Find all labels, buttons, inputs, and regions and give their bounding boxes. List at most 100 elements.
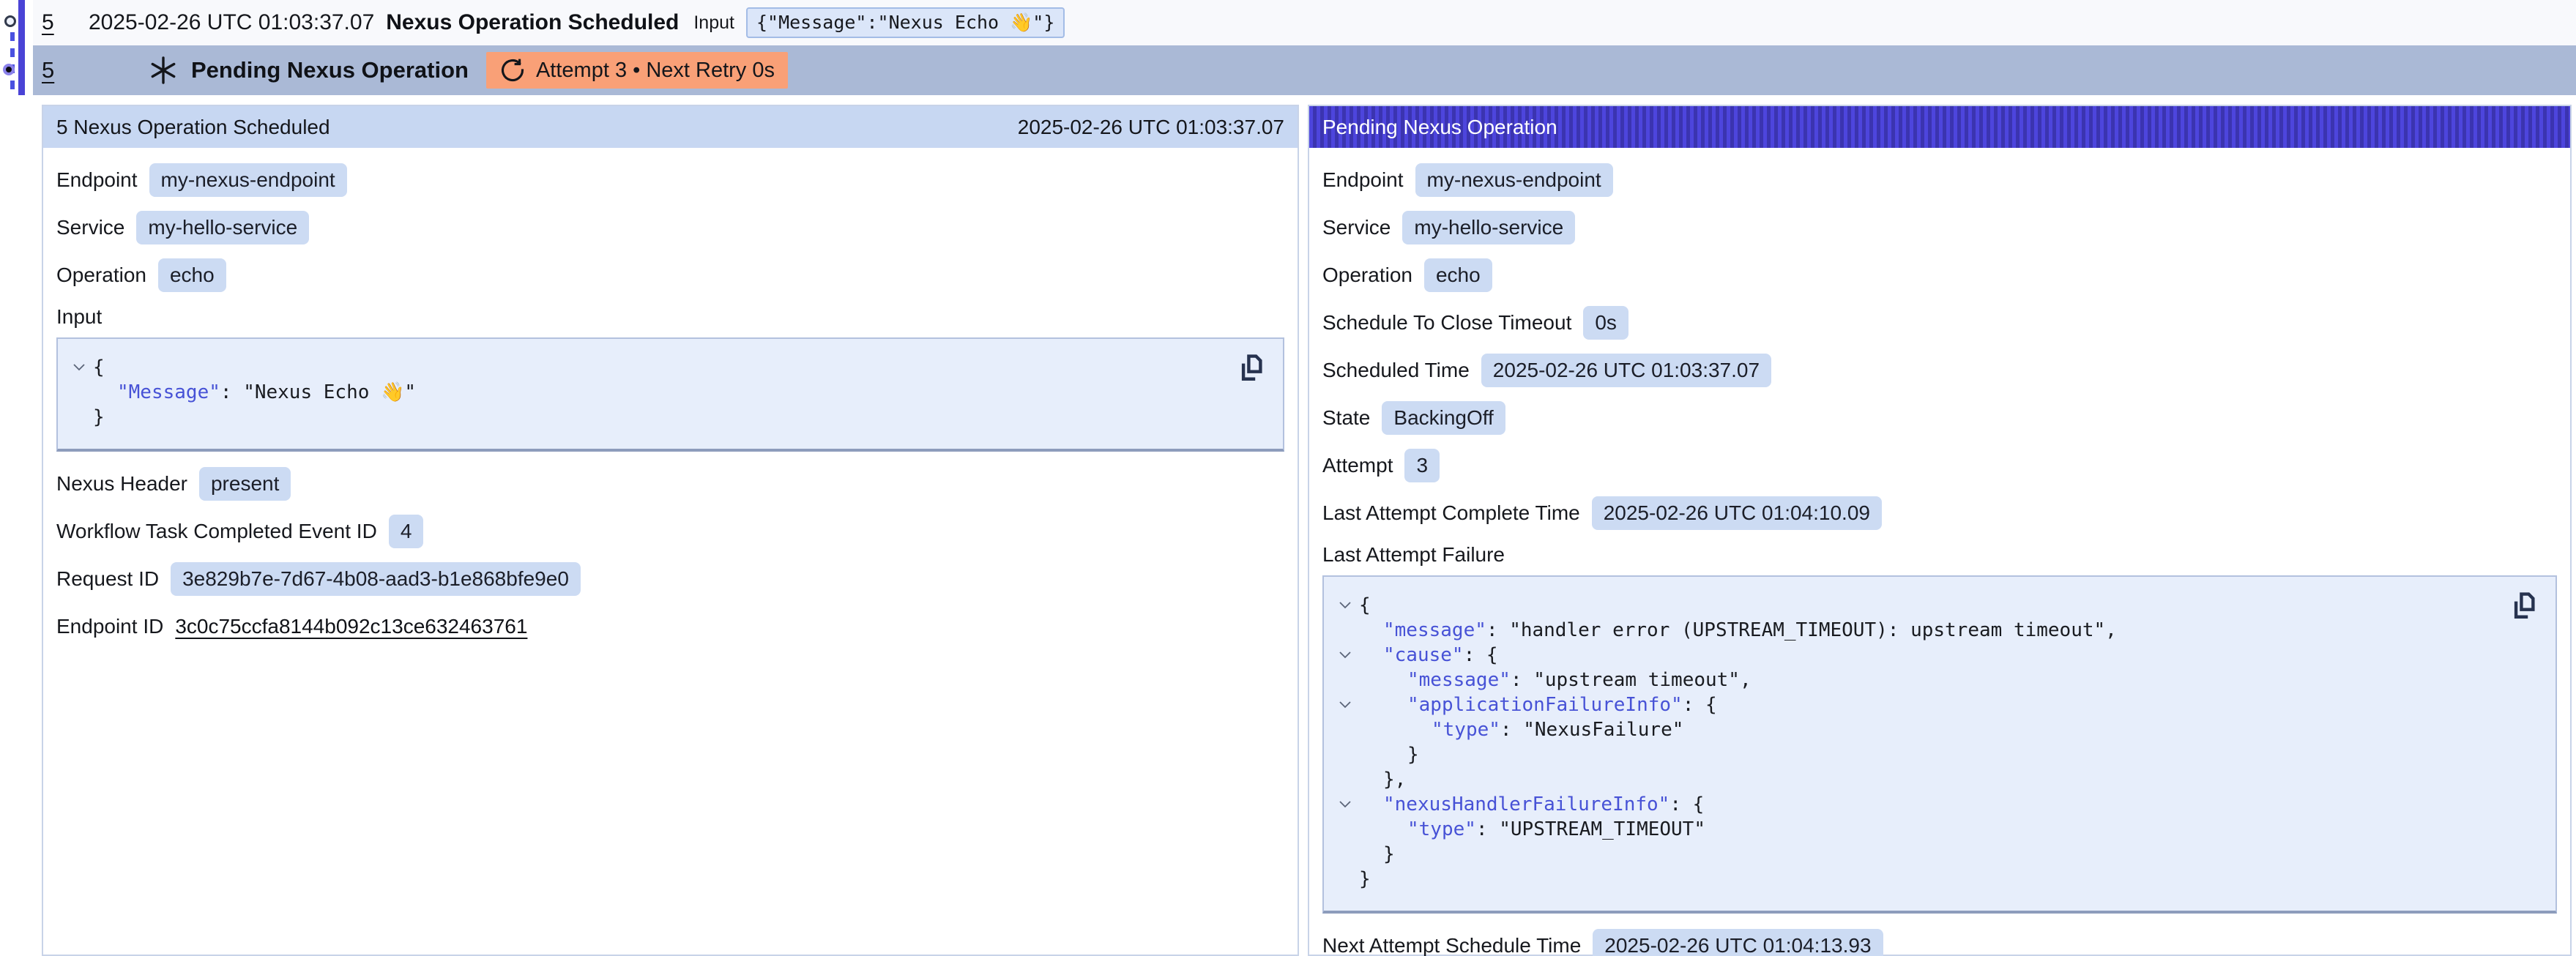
field-value-badge: 2025-02-26 UTC 01:04:13.93 — [1593, 929, 1883, 956]
field-row: Scheduled Time 2025-02-26 UTC 01:03:37.0… — [1322, 353, 2557, 388]
field-row: Endpoint ID 3c0c75ccfa8144b092c13ce63246… — [56, 609, 1284, 644]
json-line: "type": "UPSTREAM_TIMEOUT" — [1331, 817, 2504, 842]
copy-icon — [2509, 589, 2541, 625]
retry-status-badge: Attempt 3 • Next Retry 0s — [486, 52, 788, 89]
retry-badge-label: Attempt 3 • Next Retry 0s — [536, 59, 775, 83]
field-label: Next Attempt Schedule Time — [1322, 934, 1581, 956]
field-value-badge: 2025-02-26 UTC 01:03:37.07 — [1481, 354, 1771, 387]
copy-button[interactable] — [1236, 351, 1268, 387]
json-line: } — [1331, 867, 2504, 892]
json-line: "Message": "Nexus Echo 👋" — [65, 380, 1232, 405]
json-line: } — [1331, 742, 2504, 767]
collapse-chevron-icon[interactable] — [1339, 801, 1351, 808]
json-line: { — [65, 355, 1232, 380]
field-value-badge: echo — [158, 258, 226, 292]
field-value-badge: my-nexus-endpoint — [1415, 163, 1613, 197]
scheduled-panel-body: Endpoint my-nexus-endpoint Service my-he… — [43, 148, 1298, 671]
field-value-badge: present — [199, 467, 291, 501]
field-row: Schedule To Close Timeout 0s — [1322, 305, 2557, 340]
field-label: Attempt — [1322, 454, 1393, 477]
field-label: Service — [56, 216, 124, 239]
field-row: Operation echo — [56, 258, 1284, 293]
field-value-badge: my-hello-service — [1402, 211, 1575, 244]
event-id-link[interactable]: 5 — [42, 10, 54, 34]
field-label: Endpoint — [1322, 168, 1404, 192]
event-history-view: 5 2025-02-26 UTC 01:03:37.07 Nexus Opera… — [0, 0, 2576, 956]
json-line: "message": "handler error (UPSTREAM_TIME… — [1331, 618, 2504, 643]
panel-timestamp: 2025-02-26 UTC 01:03:37.07 — [1018, 116, 1284, 139]
json-line: "applicationFailureInfo": { — [1331, 692, 2504, 717]
field-value-badge: echo — [1424, 258, 1492, 292]
field-label: Workflow Task Completed Event ID — [56, 520, 377, 543]
field-row: Workflow Task Completed Event ID 4 — [56, 514, 1284, 549]
collapse-chevron-icon[interactable] — [1339, 602, 1351, 609]
field-row: Next Attempt Schedule Time 2025-02-26 UT… — [1322, 928, 2557, 956]
json-line: { — [1331, 593, 2504, 618]
event-title: Nexus Operation Scheduled — [386, 10, 679, 35]
input-block-label: Input — [56, 305, 1284, 329]
field-row: Attempt 3 — [1322, 448, 2557, 483]
field-label: Operation — [56, 264, 146, 287]
field-label: Service — [1322, 216, 1391, 239]
input-label: Input — [693, 12, 734, 34]
retry-icon — [499, 57, 526, 83]
scheduled-panel-header: 5 Nexus Operation Scheduled 2025-02-26 U… — [43, 106, 1298, 148]
field-value-badge: my-hello-service — [136, 211, 309, 244]
json-line: }, — [1331, 767, 2504, 792]
json-line: "message": "upstream timeout", — [1331, 668, 2504, 692]
scheduled-event-panel: 5 Nexus Operation Scheduled 2025-02-26 U… — [42, 105, 1299, 956]
input-preview-chip[interactable]: {"Message":"Nexus Echo 👋"} — [746, 7, 1065, 38]
pending-panel-header: Pending Nexus Operation — [1309, 106, 2570, 148]
collapse-chevron-icon[interactable] — [1339, 651, 1351, 659]
field-label: Operation — [1322, 264, 1412, 287]
field-value-badge: 2025-02-26 UTC 01:04:10.09 — [1592, 496, 1882, 530]
json-line: "type": "NexusFailure" — [1331, 717, 2504, 742]
field-value-badge: my-nexus-endpoint — [149, 163, 347, 197]
field-row: Endpoint my-nexus-endpoint — [1322, 163, 2557, 198]
failure-json-viewer: { "message": "handler error (UPSTREAM_TI… — [1322, 575, 2557, 914]
field-label: Last Attempt Complete Time — [1322, 501, 1580, 525]
collapse-chevron-icon[interactable] — [73, 364, 85, 371]
field-row: Last Attempt Complete Time 2025-02-26 UT… — [1322, 496, 2557, 531]
panel-title: 5 Nexus Operation Scheduled — [56, 116, 330, 139]
field-label: State — [1322, 406, 1370, 430]
panel-title: Pending Nexus Operation — [1322, 116, 1557, 139]
event-timestamp: 2025-02-26 UTC 01:03:37.07 — [89, 10, 374, 35]
field-row: Endpoint my-nexus-endpoint — [56, 163, 1284, 198]
field-row: Operation echo — [1322, 258, 2557, 293]
field-value-badge: 4 — [389, 515, 424, 548]
event-detail-panels: 5 Nexus Operation Scheduled 2025-02-26 U… — [42, 105, 2572, 956]
pending-operation-panel: Pending Nexus Operation Endpoint my-nexu… — [1308, 105, 2572, 956]
event-row-pending[interactable]: 5 Pending Nexus Operation Attempt 3 • Ne… — [33, 45, 2576, 95]
field-value-badge: 0s — [1583, 306, 1628, 340]
copy-icon — [1236, 351, 1268, 387]
field-value-badge: 3 — [1404, 449, 1440, 482]
field-label: Endpoint ID — [56, 615, 163, 638]
timeline-node-open-icon — [4, 15, 16, 27]
json-line: "nexusHandlerFailureInfo": { — [1331, 792, 2504, 817]
field-row: Request ID 3e829b7e-7d67-4b08-aad3-b1e86… — [56, 561, 1284, 597]
field-label: Nexus Header — [56, 472, 187, 496]
field-label: Schedule To Close Timeout — [1322, 311, 1571, 335]
copy-button[interactable] — [2509, 589, 2541, 625]
event-id-link[interactable]: 5 — [42, 57, 54, 83]
pending-panel-body: Endpoint my-nexus-endpoint Service my-he… — [1309, 148, 2570, 956]
field-row: Service my-hello-service — [1322, 210, 2557, 245]
timeline-bar — [18, 0, 25, 95]
field-label: Scheduled Time — [1322, 359, 1470, 382]
input-json-viewer: { "Message": "Nexus Echo 👋" } — [56, 337, 1284, 452]
json-line: } — [1331, 842, 2504, 867]
json-line: "cause": { — [1331, 643, 2504, 668]
pending-operation-title: Pending Nexus Operation — [191, 57, 469, 83]
asterisk-icon — [149, 56, 178, 85]
timeline-node-filled-icon — [3, 64, 15, 75]
event-row-scheduled[interactable]: 5 2025-02-26 UTC 01:03:37.07 Nexus Opera… — [33, 0, 2576, 45]
state-badge: BackingOff — [1382, 401, 1505, 435]
failure-block-label: Last Attempt Failure — [1322, 543, 2557, 567]
endpoint-id-link[interactable]: 3c0c75ccfa8144b092c13ce632463761 — [175, 615, 527, 638]
collapse-chevron-icon[interactable] — [1339, 701, 1351, 709]
field-row: State BackingOff — [1322, 400, 2557, 436]
json-line: } — [65, 405, 1232, 430]
field-row: Service my-hello-service — [56, 210, 1284, 245]
field-label: Request ID — [56, 567, 159, 591]
